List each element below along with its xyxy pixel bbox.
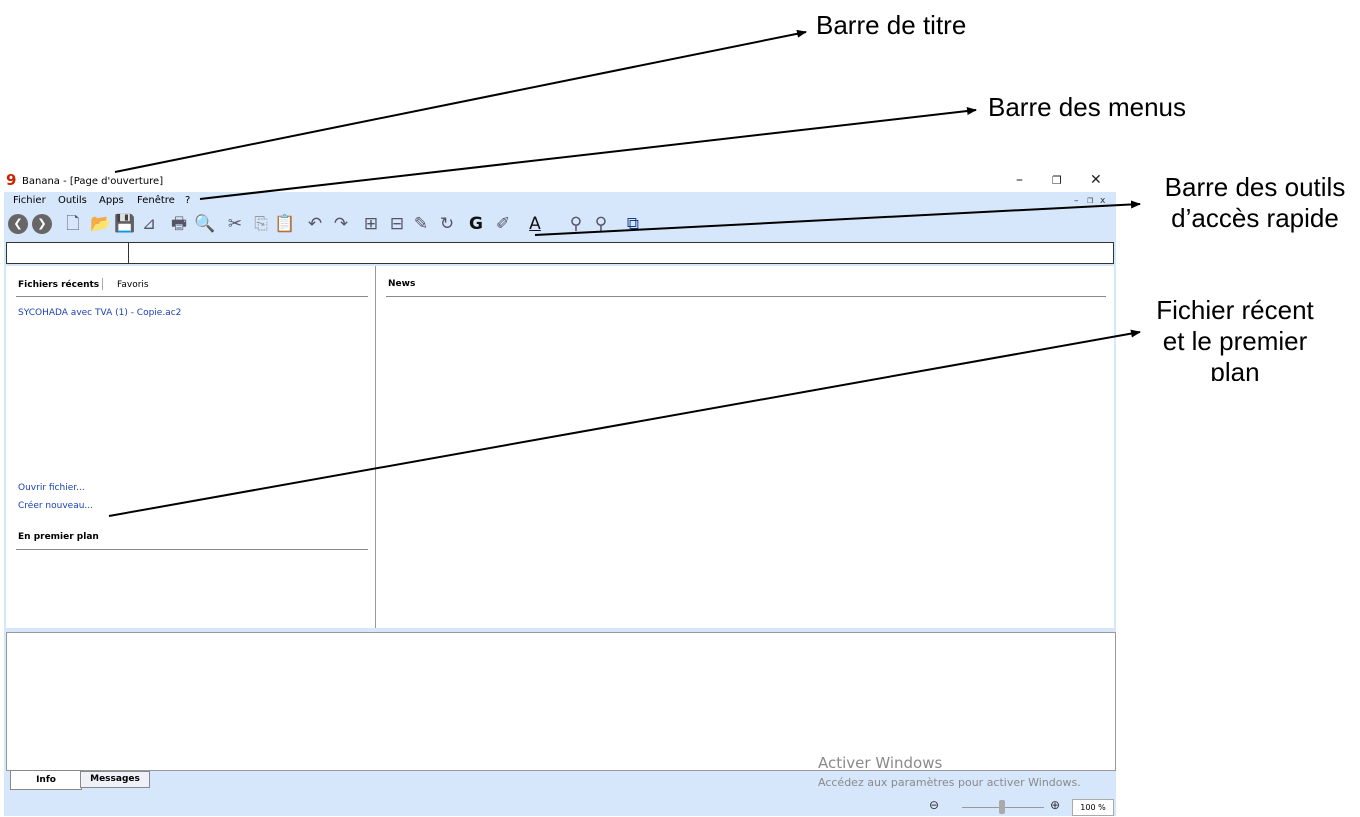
quick-access-toolbar: ❮ ❯ 🗋 📂 💾 ⊿ 🖶 🔍 ✂ ⎘ 📋 ↶ ↷ ⊞ ⊟ ✎ ↻ G ✐ A … xyxy=(4,210,1116,240)
tab-info[interactable]: Info xyxy=(10,770,82,790)
rename-icon[interactable]: ✎ xyxy=(410,213,432,235)
window-title: Banana - [Page d'ouverture] xyxy=(22,176,164,187)
menu-apps[interactable]: Apps xyxy=(99,195,124,206)
paste-icon[interactable]: 📋 xyxy=(274,213,296,235)
undo-icon[interactable]: ↶ xyxy=(304,213,326,235)
forward-icon[interactable]: ❯ xyxy=(32,214,52,234)
application-window: 9 Banana - [Page d'ouverture] – ❐ ✕ Fich… xyxy=(4,170,1116,816)
annotation-toolbar-line2: d’accès rapide xyxy=(1171,203,1339,234)
divider xyxy=(16,549,368,550)
minimize-button[interactable]: – xyxy=(1016,172,1023,188)
window-menu-icon[interactable]: ⧉ xyxy=(622,213,644,235)
restore-button[interactable]: ❐ xyxy=(1052,174,1062,187)
annotation-menu-bar: Barre des menus xyxy=(988,92,1186,122)
menu-fenetre[interactable]: Fenêtre xyxy=(137,195,175,206)
save-icon[interactable]: 💾 xyxy=(114,213,136,235)
mdi-restore-button[interactable]: ❐ xyxy=(1087,197,1093,205)
print-preview-icon[interactable]: 🔍 xyxy=(194,213,216,235)
back-icon[interactable]: ❮ xyxy=(8,214,28,234)
foreground-section-title: En premier plan xyxy=(18,532,99,542)
cut-icon[interactable]: ✂ xyxy=(224,213,246,235)
annotation-recent-line2: et le premier xyxy=(1162,326,1308,357)
menu-bar: Fichier Outils Apps Fenêtre ? – ❐ x xyxy=(4,192,1116,210)
menu-help[interactable]: ? xyxy=(185,195,190,206)
arrow-title-bar xyxy=(114,29,807,173)
text-color-icon[interactable]: A xyxy=(524,213,546,235)
title-bar: 9 Banana - [Page d'ouverture] – ❐ ✕ xyxy=(4,170,1116,192)
activate-windows-subtext: Accédez aux paramètres pour activer Wind… xyxy=(818,776,1081,789)
refresh-icon[interactable]: ↻ xyxy=(436,213,458,235)
start-page-content: Fichiers récents Favoris SYCOHADA avec T… xyxy=(6,266,1114,628)
tab-separator xyxy=(102,278,103,290)
left-pane: Fichiers récents Favoris SYCOHADA avec T… xyxy=(6,266,376,628)
tab-messages[interactable]: Messages xyxy=(80,771,150,788)
tab-recent-files[interactable]: Fichiers récents xyxy=(18,280,99,290)
zoom-level: 100 % xyxy=(1072,799,1114,816)
app-logo-icon: 9 xyxy=(6,171,17,189)
menu-outils[interactable]: Outils xyxy=(58,195,87,206)
close-button[interactable]: ✕ xyxy=(1090,172,1102,188)
find-icon[interactable]: ⚲ xyxy=(565,213,587,235)
address-bar[interactable] xyxy=(6,242,1114,264)
print-icon[interactable]: 🖶 xyxy=(168,213,190,235)
create-new-link[interactable]: Créer nouveau... xyxy=(18,501,93,511)
add-rows-icon[interactable]: ⊟ xyxy=(386,213,408,235)
zoom-slider-thumb[interactable] xyxy=(999,800,1005,814)
highlight-color-icon[interactable]: ✐ xyxy=(492,213,514,235)
menu-fichier[interactable]: Fichier xyxy=(13,195,46,206)
open-folder-icon[interactable]: 📂 xyxy=(90,213,112,235)
recent-file-link[interactable]: SYCOHADA avec TVA (1) - Copie.ac2 xyxy=(18,308,181,318)
annotation-toolbar-line1: Barre des outils xyxy=(1164,172,1346,202)
mdi-minimize-button[interactable]: – xyxy=(1074,196,1079,206)
annotation-recent: Fichier récent et le premier plan xyxy=(1140,295,1330,381)
tab-favorites[interactable]: Favoris xyxy=(117,280,149,290)
bold-icon[interactable]: G xyxy=(465,213,487,235)
open-file-link[interactable]: Ouvrir fichier... xyxy=(18,483,85,493)
divider xyxy=(386,296,1106,297)
pdf-icon[interactable]: ⊿ xyxy=(138,213,160,235)
mdi-close-button[interactable]: x xyxy=(1100,196,1105,206)
new-file-icon[interactable]: 🗋 xyxy=(62,213,84,235)
zoom-out-icon[interactable]: ⊖ xyxy=(929,798,939,812)
find-next-icon[interactable]: ⚲ xyxy=(590,213,612,235)
annotation-title-bar: Barre de titre xyxy=(816,10,967,40)
news-title: News xyxy=(388,279,416,289)
zoom-in-icon[interactable]: ⊕ xyxy=(1050,798,1060,812)
annotation-recent-line1: Fichier récent xyxy=(1156,295,1314,325)
cell-reference-field[interactable] xyxy=(7,243,129,263)
annotation-recent-line3: plan xyxy=(1210,357,1260,381)
insert-row-icon[interactable]: ⊞ xyxy=(360,213,382,235)
divider xyxy=(16,296,368,297)
copy-icon[interactable]: ⎘ xyxy=(250,213,272,235)
annotation-toolbar: Barre des outils d’accès rapide xyxy=(1150,172,1360,234)
redo-icon[interactable]: ↷ xyxy=(330,213,352,235)
activate-windows-watermark: Activer Windows xyxy=(818,754,943,772)
info-panel xyxy=(6,632,1116,771)
